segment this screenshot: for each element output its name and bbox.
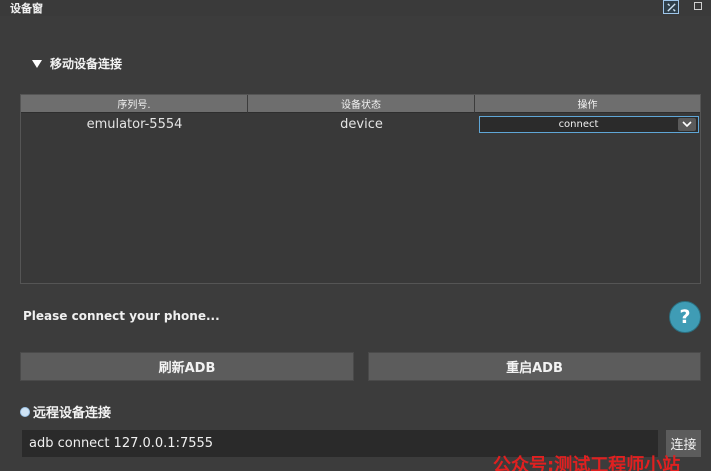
- action-cell: connect: [475, 113, 700, 135]
- window-title: 设备窗: [10, 2, 43, 15]
- tools-button[interactable]: [663, 0, 679, 14]
- column-header-state[interactable]: 设备状态: [248, 95, 475, 113]
- remote-section-toggle[interactable]: 远程设备连接: [20, 402, 111, 421]
- column-header-serial[interactable]: 序列号.: [21, 95, 248, 113]
- table-header: 序列号. 设备状态 操作: [21, 95, 700, 113]
- help-button[interactable]: ?: [669, 301, 701, 333]
- status-message: Please connect your phone...: [23, 309, 220, 323]
- action-dropdown-value: connect: [558, 118, 599, 130]
- tools-icon: [666, 2, 676, 12]
- serial-cell: emulator-5554: [86, 116, 183, 132]
- chevron-down-icon[interactable]: [677, 117, 696, 131]
- action-dropdown[interactable]: connect: [478, 115, 699, 133]
- question-mark-icon: ?: [679, 306, 691, 328]
- remote-section-title: 远程设备连接: [33, 406, 112, 421]
- mobile-section-toggle[interactable]: 移动设备连接: [32, 55, 122, 72]
- device-table: 序列号. 设备状态 操作 emulator-5554 device connec…: [20, 94, 701, 284]
- refresh-adb-button[interactable]: 刷新ADB: [20, 352, 354, 381]
- restore-window-button[interactable]: [694, 2, 702, 10]
- restart-adb-button[interactable]: 重启ADB: [368, 352, 701, 381]
- column-header-action[interactable]: 操作: [475, 95, 700, 113]
- state-cell: device: [340, 116, 383, 132]
- table-row[interactable]: emulator-5554 device connect: [21, 113, 700, 135]
- mobile-section-title: 移动设备连接: [50, 57, 123, 71]
- title-bar: 设备窗: [0, 0, 711, 16]
- radio-icon[interactable]: [20, 406, 30, 417]
- triangle-down-icon: [32, 59, 42, 68]
- watermark: 公众号:测试工程师小站: [493, 455, 681, 471]
